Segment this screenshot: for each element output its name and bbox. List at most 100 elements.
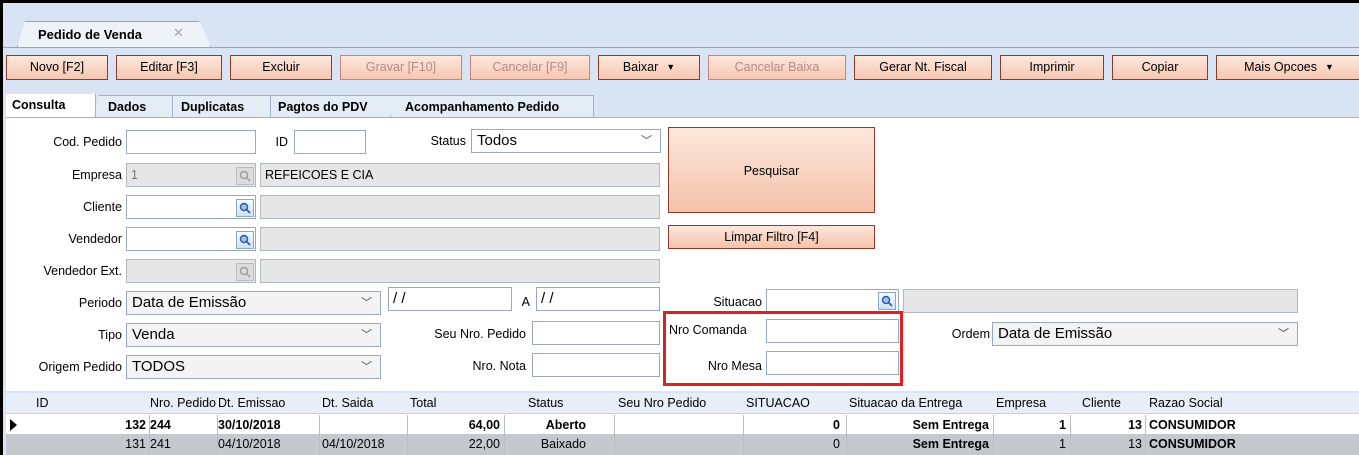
date-to-input[interactable]: / / [536, 287, 660, 311]
vendedor-label: Vendedor [68, 232, 122, 246]
copiar-button[interactable]: Copiar [1112, 55, 1208, 80]
window-tab-title: Pedido de Venda [38, 27, 143, 42]
table-header: ID Nro. Pedido Dt. Emissao Dt. Saida Tot… [6, 393, 1359, 414]
column-header[interactable]: ID [36, 393, 49, 413]
column-divider [846, 415, 847, 455]
column-divider [614, 415, 615, 455]
tipo-value: Venda [132, 326, 175, 343]
periodo-label: Periodo [78, 296, 122, 310]
tab-acompanhamento[interactable]: Acompanhamento Pedido [390, 95, 594, 117]
column-header[interactable]: Nro. Pedido [150, 393, 216, 413]
id-input[interactable] [294, 130, 366, 154]
close-icon[interactable]: ✕ [173, 25, 184, 41]
cell-nro-pedido: 244 [150, 418, 171, 432]
cell-situacao: 0 [833, 418, 840, 432]
search-icon[interactable] [236, 231, 254, 249]
column-header[interactable]: Total [410, 393, 436, 413]
mais-opcoes-button[interactable]: Mais Opcoes ▼ [1216, 55, 1359, 80]
table-row[interactable]: 132 244 30/10/2018 64,00 Aberto 0 Sem En… [6, 415, 1359, 434]
orders-table: ID Nro. Pedido Dt. Emissao Dt. Saida Tot… [6, 393, 1359, 455]
limpar-filtro-button[interactable]: Limpar Filtro [F4] [668, 225, 875, 249]
ordem-value: Data de Emissão [998, 325, 1113, 342]
tab-pagtos-pdv[interactable]: Pagtos do PDV [263, 95, 398, 117]
excluir-button[interactable]: Excluir [230, 55, 332, 80]
status-value: Todos [477, 132, 518, 149]
table-row[interactable]: 131 241 04/10/2018 04/10/2018 22,00 Baix… [6, 434, 1359, 455]
cell-cliente: 13 [1128, 437, 1142, 451]
cliente-name-field [260, 195, 660, 219]
column-header[interactable]: Seu Nro Pedido [618, 393, 706, 413]
gravar-button[interactable]: Gravar [F10] [340, 55, 462, 80]
chevron-down-icon: ﹀ [361, 329, 372, 341]
column-header[interactable]: SITUACAO [746, 393, 810, 413]
tipo-select[interactable]: Venda ﹀ [126, 323, 381, 347]
chevron-down-icon: ﹀ [641, 135, 652, 147]
cancelar-baixa-button[interactable]: Cancelar Baixa [708, 55, 846, 80]
cell-situacao-entrega: Sem Entrega [912, 418, 989, 432]
cell-status: Baixado [540, 437, 586, 451]
column-divider [1145, 415, 1146, 455]
search-icon [236, 263, 254, 281]
column-divider [319, 415, 320, 455]
column-header[interactable]: Situacao da Entrega [849, 393, 962, 413]
cell-total: 22,00 [468, 437, 500, 451]
tab-duplicatas[interactable]: Duplicatas [166, 95, 271, 117]
column-divider [1070, 415, 1071, 455]
column-divider [217, 415, 218, 455]
cell-empresa: 1 [1059, 437, 1066, 451]
baixar-button[interactable]: Baixar ▼ [598, 55, 700, 80]
column-header[interactable]: Dt. Saida [322, 393, 373, 413]
search-icon[interactable] [236, 199, 254, 217]
search-icon[interactable] [878, 292, 896, 310]
origem-pedido-label: Origem Pedido [38, 360, 122, 374]
column-header[interactable]: Empresa [996, 393, 1046, 413]
vendedor-ext-name-field [260, 259, 660, 283]
periodo-value: Data de Emissão [132, 294, 247, 311]
cancelar-button[interactable]: Cancelar [F9] [470, 55, 590, 80]
column-divider [149, 415, 150, 455]
chevron-down-icon: ▼ [1325, 62, 1334, 72]
empresa-label: Empresa [71, 168, 122, 182]
periodo-select[interactable]: Data de Emissão ﹀ [126, 291, 381, 315]
cell-dt-emissao: 30/10/2018 [218, 418, 281, 432]
status-select[interactable]: Todos ﹀ [471, 129, 661, 153]
origem-select[interactable]: TODOS ﹀ [126, 355, 381, 379]
cell-status: Aberto [545, 418, 586, 432]
app-window: Pedido de Venda ✕ Novo [F2] Editar [F3] … [3, 3, 1359, 455]
editar-button[interactable]: Editar [F3] [116, 55, 222, 80]
cell-empresa: 1 [1059, 418, 1066, 432]
cell-cliente: 13 [1128, 418, 1142, 432]
mais-opcoes-label: Mais Opcoes [1244, 60, 1318, 74]
chevron-down-icon: ﹀ [1278, 328, 1289, 340]
cell-dt-saida: 04/10/2018 [322, 437, 385, 451]
chevron-down-icon: ▼ [666, 62, 676, 72]
pesquisar-button[interactable]: Pesquisar [668, 127, 875, 213]
cell-id: 132 [125, 418, 146, 432]
tab-dados[interactable]: Dados [93, 95, 173, 117]
situacao-name-field [903, 289, 1298, 313]
date-from-input[interactable]: / / [388, 287, 512, 311]
column-header[interactable]: Cliente [1082, 393, 1121, 413]
gerar-nf-button[interactable]: Gerar Nt. Fiscal [854, 55, 992, 80]
divider [3, 47, 1359, 48]
column-header[interactable]: Razao Social [1149, 393, 1223, 413]
cell-id: 131 [125, 437, 146, 451]
column-header[interactable]: Status [528, 393, 563, 413]
nro-nota-input[interactable] [532, 353, 660, 377]
a-label: A [521, 295, 530, 309]
tab-consulta[interactable]: Consulta [6, 94, 96, 118]
id-label: ID [275, 135, 289, 149]
column-header[interactable]: Dt. Emissao [218, 393, 285, 413]
seu-nro-pedido-input[interactable] [532, 321, 660, 345]
column-divider [407, 415, 408, 455]
novo-button[interactable]: Novo [F2] [6, 55, 108, 80]
vendedor-name-field [260, 227, 660, 251]
seu-nro-pedido-label: Seu Nro. Pedido [434, 327, 526, 341]
highlight-box [663, 311, 903, 386]
cell-razao-social: CONSUMIDOR [1149, 437, 1236, 451]
ordem-label: Ordem [951, 327, 990, 341]
imprimir-button[interactable]: Imprimir [1000, 55, 1104, 80]
cod-pedido-input[interactable] [126, 130, 256, 154]
cell-situacao: 0 [833, 437, 840, 451]
ordem-select[interactable]: Data de Emissão ﹀ [992, 322, 1298, 346]
